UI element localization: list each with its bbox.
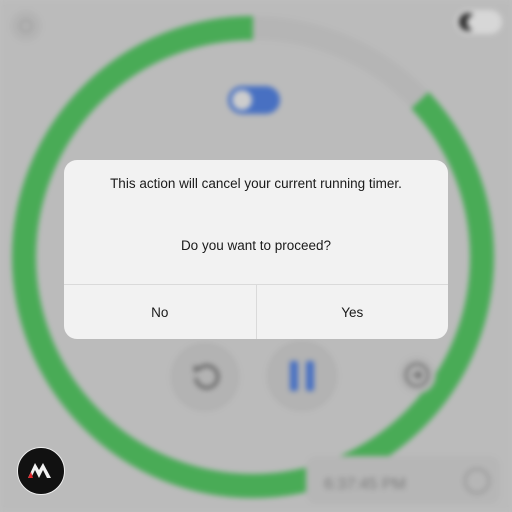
dialog-actions: No Yes — [64, 284, 448, 339]
logo-mark — [28, 463, 51, 478]
yes-button[interactable]: Yes — [257, 285, 449, 339]
brand-logo-icon[interactable] — [17, 447, 65, 495]
confirm-dialog: This action will cancel your current run… — [64, 160, 448, 339]
dialog-message: This action will cancel your current run… — [110, 176, 402, 191]
no-button[interactable]: No — [64, 285, 256, 339]
dialog-question: Do you want to proceed? — [180, 238, 332, 253]
